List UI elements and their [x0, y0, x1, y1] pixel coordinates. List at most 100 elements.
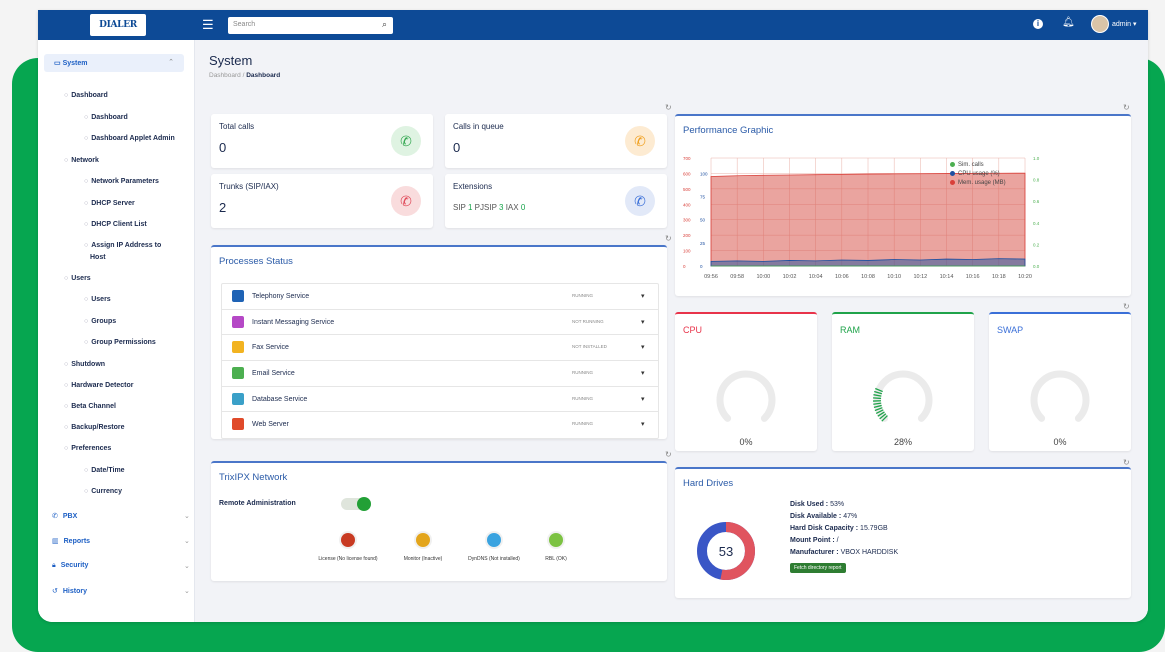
breadcrumb-root[interactable]: Dashboard [209, 72, 241, 79]
process-row[interactable]: Instant Messaging Service NOT RUNNING ▾ [222, 310, 658, 336]
sidebar-item-history[interactable]: ↺ History ⌄ [52, 587, 192, 595]
chevron-down-icon[interactable]: ▾ [641, 292, 645, 300]
sidebar-item[interactable]: ○ Preferences [64, 445, 111, 452]
legend-swatch [950, 162, 955, 167]
stat-value: 2 [219, 200, 227, 215]
refresh-icon[interactable]: ↻ [665, 234, 672, 243]
chevron-down-icon[interactable]: ▾ [641, 420, 645, 428]
user-menu[interactable]: admin ▾ [1112, 20, 1137, 28]
x-tick-label: 10:18 [992, 274, 1006, 280]
gauge-track [716, 370, 776, 422]
sidebar-item[interactable]: ○ Network [64, 157, 99, 164]
sidebar-item[interactable]: ○ Users [84, 296, 111, 303]
refresh-icon[interactable]: ↻ [665, 103, 672, 112]
sidebar-item[interactable]: ○ Groups [84, 318, 116, 325]
sidebar-item[interactable]: Host [90, 254, 106, 261]
sidebar-item[interactable]: ○ DHCP Client List [84, 221, 147, 228]
gauge-track [1030, 370, 1090, 422]
y-tick-label: 1.0 [1033, 156, 1040, 161]
logo: DIALER [90, 14, 146, 36]
y-tick-label: 100 [683, 249, 691, 254]
bell-icon[interactable]: 🔔︎ [1062, 17, 1075, 28]
search-icon[interactable]: ⌕ [382, 19, 387, 30]
sidebar-item-pbx[interactable]: ✆ PBX ⌄ [52, 512, 192, 520]
legend-item: Mem. usage (MB) [950, 180, 1006, 186]
refresh-icon[interactable]: ↻ [1123, 458, 1130, 467]
sidebar-item[interactable]: ○ Group Permissions [84, 339, 156, 346]
bullet-icon: ○ [84, 242, 89, 249]
process-row[interactable]: Email Service RUNNING ▾ [222, 361, 658, 387]
refresh-icon[interactable]: ↻ [665, 450, 672, 459]
sidebar-item-security[interactable]: 🔒︎ Security ⌄ [52, 562, 192, 570]
network-card: TrixIPX Network Remote Administration Li… [211, 461, 667, 581]
service-icon [232, 418, 244, 431]
y-tick-label: 0.4 [1033, 221, 1040, 226]
y-tick-label: 0.0 [1033, 264, 1040, 269]
cpu-percent: 0% [739, 437, 753, 447]
swap-card: SWAP 0% [989, 312, 1131, 451]
process-row[interactable]: Fax Service NOT INSTALLED ▾ [222, 335, 658, 362]
sidebar-item[interactable]: ○ Date/Time [84, 467, 125, 474]
chevron-down-icon[interactable]: ▾ [641, 369, 645, 377]
sidebar-item[interactable]: ○ Dashboard [64, 92, 108, 99]
card-title: Hard Drives [683, 478, 734, 489]
sidebar-item[interactable]: ○ Currency [84, 488, 122, 495]
calls-in-queue-card: Calls in queue 0 ✆ [445, 114, 667, 168]
top-navbar: DIALER ☰ Search ⌕ i 🔔︎ admin ▾ [38, 10, 1148, 40]
processes-card: Processes Status Telephony Service RUNNIN… [211, 245, 667, 440]
y-tick-label: 400 [683, 202, 691, 207]
card-title: CPU [683, 325, 703, 335]
process-row[interactable]: Web Server RUNNING ▾ [222, 412, 658, 438]
bullet-icon: ○ [84, 467, 89, 474]
toggle-knob [357, 497, 371, 511]
sidebar-item-system[interactable]: ▭ System ⌃ [44, 54, 184, 72]
chevron-up-icon: ⌃ [168, 59, 174, 66]
bullet-icon: ○ [64, 382, 69, 389]
avatar[interactable] [1091, 15, 1109, 33]
donut-center-label: 53 [719, 544, 733, 559]
cpu-card: CPU 0% [675, 312, 817, 451]
search-input[interactable]: Search ⌕ [228, 17, 393, 34]
process-status: NOT INSTALLED [572, 344, 607, 350]
service-icon [232, 392, 244, 405]
sidebar-item[interactable]: ○ DHCP Server [84, 200, 135, 207]
service-icon [232, 367, 244, 380]
card-title: Performance Graphic [683, 125, 774, 136]
sidebar-item[interactable]: ○ Backup/Restore [64, 424, 125, 431]
process-name: Database Service [252, 395, 308, 403]
sidebar-item[interactable]: ○ Assign IP Address to [84, 242, 161, 249]
refresh-icon[interactable]: ↻ [1123, 302, 1130, 311]
chevron-down-icon[interactable]: ▾ [641, 318, 645, 326]
phone-icon: ✆ [391, 126, 421, 156]
y-tick-label: 50 [700, 218, 706, 223]
remote-admin-toggle[interactable] [341, 497, 371, 511]
refresh-icon[interactable]: ↻ [1123, 103, 1130, 112]
x-tick-label: 10:12 [913, 274, 927, 280]
sidebar-item[interactable]: ○ Dashboard [84, 114, 128, 121]
stat-label: Trunks (SIP/IAX) [219, 182, 279, 191]
process-row[interactable]: Telephony Service RUNNING ▾ [222, 284, 658, 310]
chevron-down-icon[interactable]: ▾ [641, 395, 645, 403]
chevron-down-icon: ⌄ [184, 588, 190, 595]
y-tick-label: 0.2 [1033, 242, 1040, 247]
stat-label: Calls in queue [453, 122, 504, 131]
gauge-track [873, 370, 933, 422]
info-icon[interactable]: i [1033, 19, 1043, 29]
stat-label: Extensions [453, 182, 493, 191]
sidebar-item-reports[interactable]: ▥ Reports ⌄ [52, 537, 192, 545]
process-row[interactable]: Database Service RUNNING ▾ [222, 387, 658, 413]
fetch-directory-report-button[interactable]: Fetch directory report [790, 563, 846, 573]
ram-gauge [872, 370, 933, 422]
phone-icon: ✆ [52, 513, 58, 520]
menu-toggle-icon[interactable]: ☰ [202, 18, 214, 31]
sidebar-item[interactable]: ○ Beta Channel [64, 403, 116, 410]
y-tick-label: 200 [683, 233, 691, 238]
sidebar-item[interactable]: ○ Shutdown [64, 361, 105, 368]
sidebar-item[interactable]: ○ Users [64, 275, 91, 282]
sidebar-item[interactable]: ○ Network Parameters [84, 178, 159, 185]
status-led [416, 533, 430, 547]
sidebar-item[interactable]: ○ Hardware Detector [64, 382, 133, 389]
disk-usage-donut: 53 [697, 522, 755, 580]
sidebar-item[interactable]: ○ Dashboard Applet Admin [84, 135, 175, 142]
chevron-down-icon[interactable]: ▾ [641, 343, 645, 351]
